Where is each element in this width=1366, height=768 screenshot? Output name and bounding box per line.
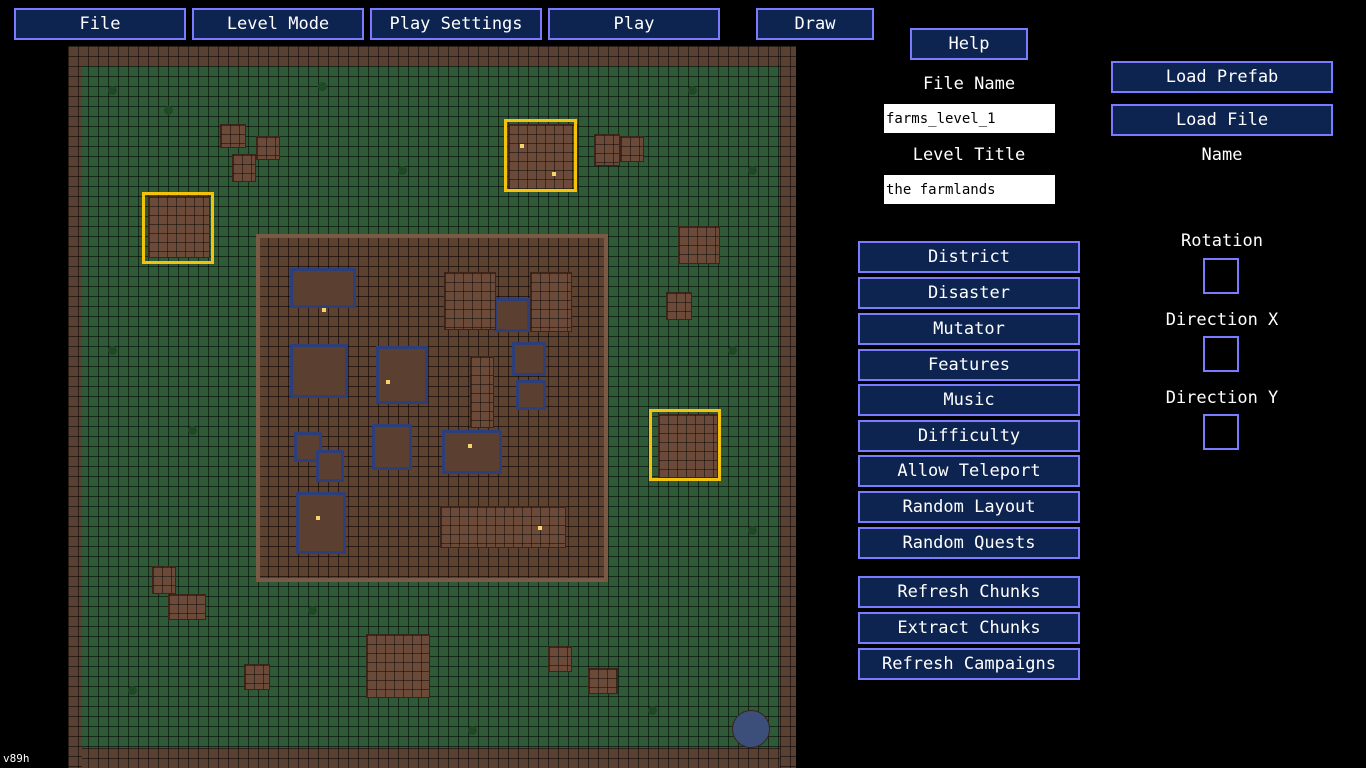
music-button[interactable]: Music xyxy=(858,384,1080,416)
map-border-bottom xyxy=(68,748,796,768)
features-button[interactable]: Features xyxy=(858,349,1080,381)
direction-y-label: Direction Y xyxy=(1165,388,1279,408)
lamp xyxy=(386,380,390,384)
town-fence-top xyxy=(256,234,608,238)
map-border-right xyxy=(780,46,796,768)
bush xyxy=(728,346,737,355)
version-label: v89h xyxy=(3,752,30,765)
level-map-canvas[interactable] xyxy=(68,46,796,768)
farm-plot xyxy=(588,668,618,694)
menu-play-settings-button[interactable]: Play Settings xyxy=(370,8,542,40)
bush xyxy=(308,606,317,615)
refresh-chunks-button[interactable]: Refresh Chunks xyxy=(858,576,1080,608)
map-border-top xyxy=(68,46,796,66)
rotation-checkbox[interactable] xyxy=(1203,258,1239,294)
bush xyxy=(318,82,327,91)
direction-y-checkbox[interactable] xyxy=(1203,414,1239,450)
bush xyxy=(398,166,407,175)
house xyxy=(442,430,502,474)
farm-plot xyxy=(594,134,620,166)
direction-x-label: Direction X xyxy=(1165,310,1279,330)
town-building xyxy=(444,272,496,330)
rotation-label: Rotation xyxy=(1181,231,1263,251)
farm-plot xyxy=(232,154,256,182)
bush xyxy=(648,706,657,715)
lamp xyxy=(322,308,326,312)
direction-x-checkbox[interactable] xyxy=(1203,336,1239,372)
map-border-left xyxy=(68,46,82,768)
farm-plot xyxy=(220,124,246,148)
house xyxy=(494,298,530,332)
chunk-selection-box[interactable] xyxy=(504,119,577,192)
farm-plot xyxy=(256,136,280,160)
bush xyxy=(468,726,477,735)
house xyxy=(290,344,348,398)
menu-level-mode-button[interactable]: Level Mode xyxy=(192,8,364,40)
town-fence-right xyxy=(604,234,608,582)
town-fence-left xyxy=(256,234,260,582)
bush xyxy=(748,526,757,535)
chunk-selection-box[interactable] xyxy=(142,192,214,264)
extract-chunks-button[interactable]: Extract Chunks xyxy=(858,612,1080,644)
level-title-field[interactable] xyxy=(884,175,1055,204)
menu-file-button[interactable]: File xyxy=(14,8,186,40)
bush xyxy=(748,166,757,175)
bush xyxy=(108,346,117,355)
farm-plot xyxy=(152,566,176,594)
house xyxy=(516,380,546,410)
well xyxy=(732,710,770,748)
refresh-campaigns-button[interactable]: Refresh Campaigns xyxy=(858,648,1080,680)
lamp xyxy=(468,444,472,448)
farm-plot xyxy=(244,664,270,690)
house xyxy=(372,424,412,470)
town-building xyxy=(530,272,572,332)
difficulty-button[interactable]: Difficulty xyxy=(858,420,1080,452)
file-name-field[interactable] xyxy=(884,104,1055,133)
farm-plot xyxy=(666,292,692,320)
menu-play-button[interactable]: Play xyxy=(548,8,720,40)
random-quests-button[interactable]: Random Quests xyxy=(858,527,1080,559)
farm-plot xyxy=(548,646,572,672)
lamp xyxy=(316,516,320,520)
mutator-button[interactable]: Mutator xyxy=(858,313,1080,345)
load-file-button[interactable]: Load File xyxy=(1111,104,1333,136)
farm-plot xyxy=(366,634,430,698)
house xyxy=(376,346,428,404)
random-layout-button[interactable]: Random Layout xyxy=(858,491,1080,523)
farm-plot xyxy=(678,226,720,264)
load-prefab-button[interactable]: Load Prefab xyxy=(1111,61,1333,93)
bush xyxy=(688,86,697,95)
file-name-label: File Name xyxy=(922,74,1016,94)
allow-teleport-button[interactable]: Allow Teleport xyxy=(858,455,1080,487)
bush xyxy=(188,426,197,435)
help-button[interactable]: Help xyxy=(910,28,1028,60)
bush xyxy=(108,86,117,95)
menu-draw-button[interactable]: Draw xyxy=(756,8,874,40)
house xyxy=(290,268,356,308)
house xyxy=(316,450,344,482)
prefab-name-label: Name xyxy=(1201,145,1243,165)
farm-plot xyxy=(620,136,644,162)
bush xyxy=(128,686,137,695)
town-fence-bottom xyxy=(256,578,608,582)
district-button[interactable]: District xyxy=(858,241,1080,273)
house xyxy=(512,342,546,376)
town-building xyxy=(440,506,566,548)
town-path xyxy=(470,356,494,428)
bush xyxy=(164,106,173,115)
chunk-selection-box[interactable] xyxy=(649,409,721,481)
farm-plot xyxy=(168,594,206,620)
disaster-button[interactable]: Disaster xyxy=(858,277,1080,309)
house xyxy=(296,492,346,554)
level-title-label: Level Title xyxy=(912,145,1026,165)
lamp xyxy=(538,526,542,530)
